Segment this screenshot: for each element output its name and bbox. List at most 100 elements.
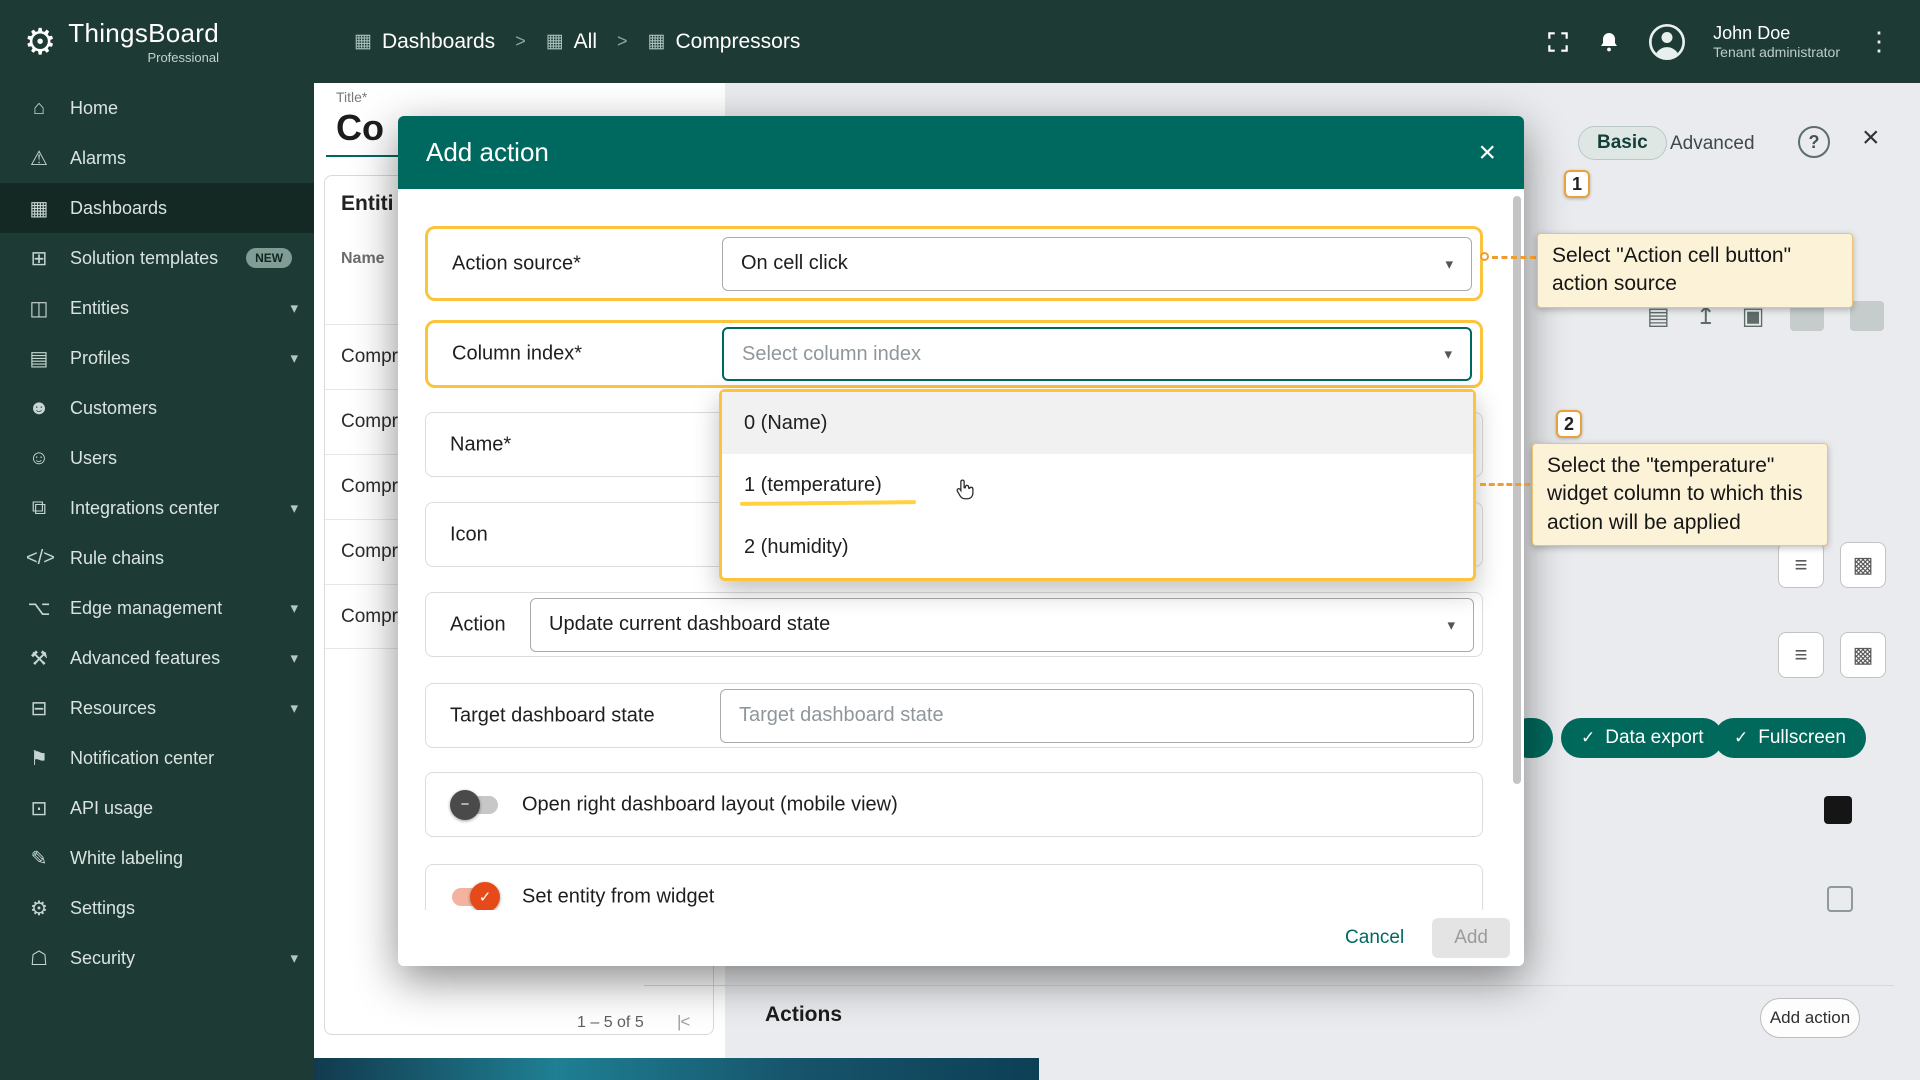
checkbox-outline[interactable] bbox=[1827, 886, 1853, 912]
column-index-row: Column index* Select column index ▾ bbox=[425, 320, 1483, 388]
sidebar-item-advanced-features[interactable]: ⚒Advanced features▾ bbox=[0, 633, 314, 683]
cursor-icon bbox=[952, 476, 980, 509]
toggle-minus-icon: − bbox=[450, 790, 480, 820]
list-view-button[interactable]: ≡ bbox=[1778, 632, 1824, 678]
breadcrumb-compressors[interactable]: ▦Compressors bbox=[648, 30, 801, 54]
target-state-label: Target dashboard state bbox=[450, 704, 655, 727]
column-index-options: 0 (Name) 1 (temperature) 2 (humidity) bbox=[719, 389, 1476, 581]
home-icon: ⌂ bbox=[26, 97, 52, 120]
mobile-layout-label: Open right dashboard layout (mobile view… bbox=[522, 793, 898, 816]
color-swatch[interactable] bbox=[1824, 796, 1852, 824]
sidebar-item-white-labeling[interactable]: ✎White labeling bbox=[0, 833, 314, 883]
sidebar-item-alarms[interactable]: ⚠Alarms bbox=[0, 133, 314, 183]
pattern-view-button[interactable]: ▩ bbox=[1840, 542, 1886, 588]
sidebar-item-customers[interactable]: ☻Customers bbox=[0, 383, 314, 433]
step-1-tooltip: Select "Action cell button" action sourc… bbox=[1537, 233, 1853, 308]
sidebar-item-api-usage[interactable]: ⊡API usage bbox=[0, 783, 314, 833]
pattern-view-button[interactable]: ▩ bbox=[1840, 632, 1886, 678]
sidebar-item-entities[interactable]: ◫Entities▾ bbox=[0, 283, 314, 333]
edge-management-icon: ⌥ bbox=[26, 596, 52, 621]
sidebar-item-security[interactable]: ☖Security▾ bbox=[0, 933, 314, 983]
tab-basic[interactable]: Basic bbox=[1578, 126, 1667, 160]
target-state-row: Target dashboard state bbox=[425, 683, 1483, 748]
sidebar-item-users[interactable]: ☺Users bbox=[0, 433, 314, 483]
sidebar-item-integrations-center[interactable]: ⧉Integrations center▾ bbox=[0, 483, 314, 533]
settings-icon: ⚙ bbox=[26, 896, 52, 921]
column-index-select[interactable]: Select column index ▾ bbox=[722, 327, 1472, 381]
fullscreen-toggle-button[interactable]: ✓ Fullscreen bbox=[1714, 718, 1866, 758]
add-button[interactable]: Add bbox=[1432, 918, 1510, 958]
chevron-down-icon: ▾ bbox=[290, 599, 298, 617]
sidebar-item-edge-management[interactable]: ⌥Edge management▾ bbox=[0, 583, 314, 633]
add-action-dialog: Add action × Action source* On cell clic… bbox=[398, 116, 1524, 966]
resources-icon: ⊟ bbox=[26, 696, 52, 721]
add-action-button[interactable]: Add action bbox=[1760, 998, 1860, 1038]
brand-subtitle: Professional bbox=[147, 50, 219, 65]
dropdown-caret-icon: ▾ bbox=[1444, 345, 1452, 363]
topbar: ▦Dashboards > ▦All > ▦Compressors John D… bbox=[314, 0, 1920, 83]
brand-name: ThingsBoard bbox=[68, 18, 219, 49]
api-usage-icon: ⊡ bbox=[26, 796, 52, 821]
dialog-scrollbar[interactable] bbox=[1513, 196, 1521, 784]
actions-section-title: Actions bbox=[765, 1003, 842, 1027]
icon-label: Icon bbox=[450, 523, 488, 546]
set-entity-toggle[interactable]: ✓ bbox=[452, 888, 498, 906]
avatar[interactable] bbox=[1647, 22, 1687, 62]
highlight-underline bbox=[740, 500, 916, 506]
mobile-layout-row: − Open right dashboard layout (mobile vi… bbox=[425, 772, 1483, 837]
breadcrumb-separator: > bbox=[617, 31, 628, 52]
breadcrumb-all[interactable]: ▦All bbox=[546, 30, 597, 54]
list-view-button[interactable]: ≡ bbox=[1778, 542, 1824, 588]
action-label: Action bbox=[450, 613, 506, 636]
option-0-name[interactable]: 0 (Name) bbox=[722, 392, 1473, 454]
dashboard-icon: ▦ bbox=[354, 30, 372, 53]
breadcrumb-dashboards[interactable]: ▦Dashboards bbox=[354, 30, 495, 54]
dropdown-caret-icon: ▾ bbox=[1447, 616, 1455, 634]
mobile-layout-toggle[interactable]: − bbox=[452, 796, 498, 814]
sidebar-item-solution-templates[interactable]: ⊞Solution templatesNEW bbox=[0, 233, 314, 283]
thingsboard-logo-icon: ⚙ bbox=[24, 21, 56, 63]
sidebar-item-resources[interactable]: ⊟Resources▾ bbox=[0, 683, 314, 733]
kebab-menu-icon[interactable]: ⋮ bbox=[1866, 26, 1892, 57]
entities-icon: ◫ bbox=[26, 296, 52, 321]
close-icon[interactable]: × bbox=[1478, 138, 1496, 168]
action-source-select[interactable]: On cell click ▾ bbox=[722, 237, 1472, 291]
breadcrumb: ▦Dashboards > ▦All > ▦Compressors bbox=[314, 30, 800, 54]
dialog-header: Add action × bbox=[398, 116, 1524, 189]
step-2-badge: 2 bbox=[1556, 410, 1582, 438]
section-divider bbox=[644, 985, 1894, 986]
data-export-button[interactable]: ✓ Data export bbox=[1561, 718, 1723, 758]
sidebar-item-rule-chains[interactable]: </>Rule chains bbox=[0, 533, 314, 583]
title-field-value[interactable]: Co bbox=[336, 107, 384, 149]
sidebar-item-settings[interactable]: ⚙Settings bbox=[0, 883, 314, 933]
column-index-label: Column index* bbox=[452, 343, 582, 366]
fullscreen-icon[interactable] bbox=[1545, 29, 1571, 55]
notifications-bell-icon[interactable] bbox=[1597, 29, 1621, 55]
sidebar-item-notification-center[interactable]: ⚑Notification center bbox=[0, 733, 314, 783]
new-badge: NEW bbox=[246, 248, 292, 268]
set-entity-label: Set entity from widget bbox=[522, 885, 714, 908]
option-2-humidity[interactable]: 2 (humidity) bbox=[722, 516, 1473, 578]
help-icon[interactable]: ? bbox=[1798, 126, 1830, 158]
action-source-row: Action source* On cell click ▾ bbox=[425, 226, 1483, 301]
notification-center-icon: ⚑ bbox=[26, 746, 52, 771]
pagination-label: 1 – 5 of 5 bbox=[577, 1014, 644, 1032]
first-page-icon[interactable]: |< bbox=[677, 1012, 689, 1032]
step-2-tooltip: Select the "temperature" widget column t… bbox=[1532, 443, 1828, 546]
close-editor-icon[interactable]: × bbox=[1862, 121, 1880, 155]
target-state-input[interactable] bbox=[720, 689, 1474, 743]
profiles-icon: ▤ bbox=[26, 346, 52, 371]
brand-logo[interactable]: ⚙ ThingsBoard Professional bbox=[0, 0, 314, 83]
thumbnail-placeholder bbox=[1850, 301, 1884, 331]
cancel-button[interactable]: Cancel bbox=[1327, 918, 1422, 958]
connector-dash bbox=[1480, 483, 1530, 486]
breadcrumb-separator: > bbox=[515, 31, 526, 52]
option-1-temperature[interactable]: 1 (temperature) bbox=[722, 454, 1473, 516]
tab-advanced[interactable]: Advanced bbox=[1670, 133, 1755, 155]
list-icon: ≡ bbox=[1795, 642, 1808, 668]
checker-icon: ▩ bbox=[1853, 552, 1874, 578]
action-type-select[interactable]: Update current dashboard state ▾ bbox=[530, 598, 1474, 652]
sidebar-item-home[interactable]: ⌂Home bbox=[0, 83, 314, 133]
sidebar-item-dashboards[interactable]: ▦Dashboards bbox=[0, 183, 314, 233]
sidebar-item-profiles[interactable]: ▤Profiles▾ bbox=[0, 333, 314, 383]
